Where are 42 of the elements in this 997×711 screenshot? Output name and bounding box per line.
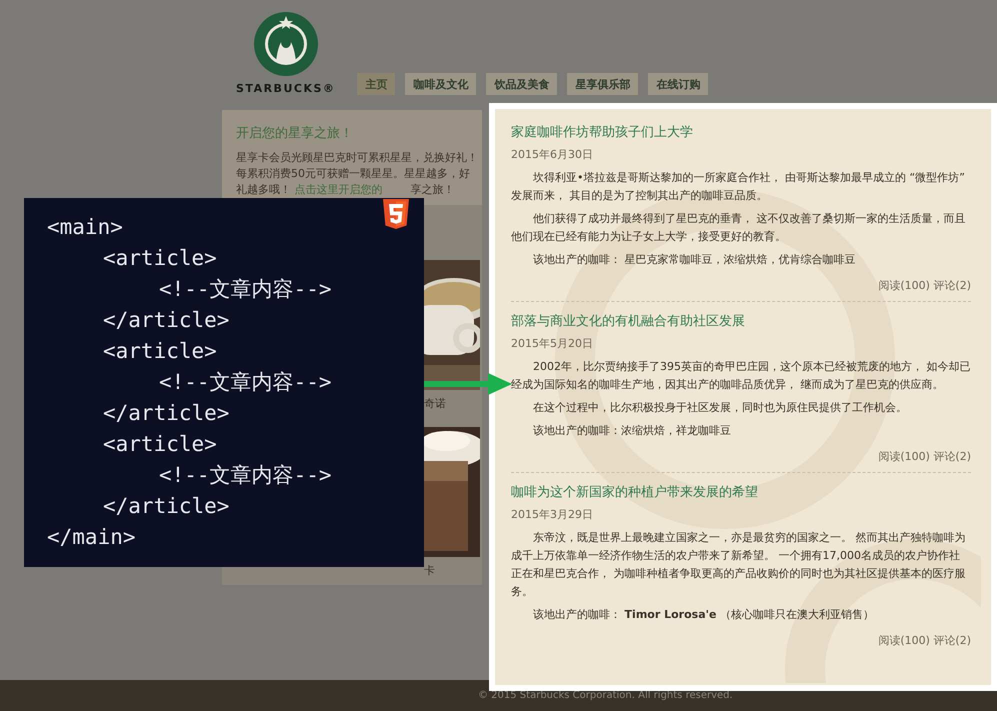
product-caption: 卡 <box>424 563 436 578</box>
article-paragraph: 他们获得了成功并最终得到了星巴克的垂青， 这不仅改善了桑切斯一家的生活质量，而且他们现在已经有能力为让子女上大学，接受更好的教育。 <box>511 211 967 245</box>
nav-tab[interactable]: 咖啡及文化 <box>405 73 476 95</box>
article-paragraph: 东帝汶，既是世界上最晚建立国家之一，亦是最贫穷的国家之一。 然而其出产独特咖啡为成千上万依靠单一经济作物生活的农户带来了新希望。 一个拥有17,000名成员的农户协作社正在和星巴克合作， 为咖啡种植者争取更高的产品收购价的同时也为其社区提供基本的医疗服务。 <box>511 530 967 600</box>
article-date: 2015年3月29日 <box>511 507 594 522</box>
nav-tab[interactable]: 在线订购 <box>648 73 708 95</box>
article-title[interactable]: 咖啡为这个新国家的种植户带来发展的希望 <box>511 483 971 501</box>
coffee-origin: 该地出产的咖啡： Timor Lorosa'e （核心咖啡只在澳大利亚销售） <box>532 607 875 623</box>
article-paragraph: 在这个过程中，比尔积极投身于社区发展，同时也为原住民提供了工作机会。 <box>532 400 908 416</box>
copyright-text: © 2015 Starbucks Corporation. All rights reserved. <box>478 690 733 701</box>
promo-link[interactable]: 点击这里开启您的 <box>294 183 382 196</box>
article-stats: 阅读(100) 评论(2) <box>878 278 971 293</box>
code-line: <article> <box>103 431 217 458</box>
html5-logo-icon <box>383 199 409 229</box>
article-stats: 阅读(100) 评论(2) <box>878 449 971 464</box>
code-line: </article> <box>103 400 230 427</box>
code-line: </main> <box>47 524 136 551</box>
nav-tab[interactable]: 星享俱乐部 <box>567 73 638 95</box>
code-line: <!--文章内容--> <box>159 462 332 489</box>
code-line: <!--文章内容--> <box>159 276 332 303</box>
code-line: <article> <box>103 245 217 272</box>
code-line: <main> <box>47 214 123 241</box>
article-date: 2015年5月20日 <box>511 336 594 351</box>
article-title[interactable]: 家庭咖啡作坊帮助孩子们上大学 <box>511 123 971 141</box>
nav-tab[interactable]: 主页 <box>357 73 396 95</box>
brand-name: STARBUCKS® <box>236 82 336 95</box>
article-paragraph: 坎得利亚•塔拉兹是哥斯达黎加的一所家庭合作社， 由哥斯达黎加最早成立的 “微型作坊” 发展而来， 其目的是为了控制其出产的咖啡豆品质。 <box>511 170 966 204</box>
article-stats: 阅读(100) 评论(2) <box>878 633 971 648</box>
product-caption: 奇诺 <box>424 396 447 411</box>
coffee-origin: 该地出产的咖啡：浓缩烘焙，祥龙咖啡豆 <box>532 423 732 439</box>
promo-title: 开启您的星享之旅！ <box>236 125 354 142</box>
article-title[interactable]: 部落与商业文化的有机融合有助社区发展 <box>511 312 971 330</box>
code-line: </article> <box>103 493 230 520</box>
code-line: </article> <box>103 307 230 334</box>
round-logo-icon <box>254 12 318 76</box>
article-paragraph: 2002年，比尔贾纳接手了395英亩的奇甲巴庄园，这个原本已经被荒废的地方， 如今却已经成为国际知名的咖啡生产地，因其出产的咖啡品质优异， 继而成为了星巴克的供应商。 <box>511 359 971 393</box>
coffee-origin: 该地出产的咖啡： 星巴克家常咖啡豆，浓缩烘焙，优肯综合咖啡豆 <box>532 252 857 268</box>
promo-text: 星享卡会员光顾星巴克时可累积星星，兑换好礼！每累积消费50元可获赠一颗星星。星星越多，好礼越多哦！ 点击这里开启您的 享之旅！ <box>236 150 478 198</box>
article-date: 2015年6月30日 <box>511 147 594 162</box>
code-line: <!--文章内容--> <box>159 369 332 396</box>
nav-tab[interactable]: 饮品及美食 <box>486 73 558 95</box>
code-line: <article> <box>103 338 217 365</box>
